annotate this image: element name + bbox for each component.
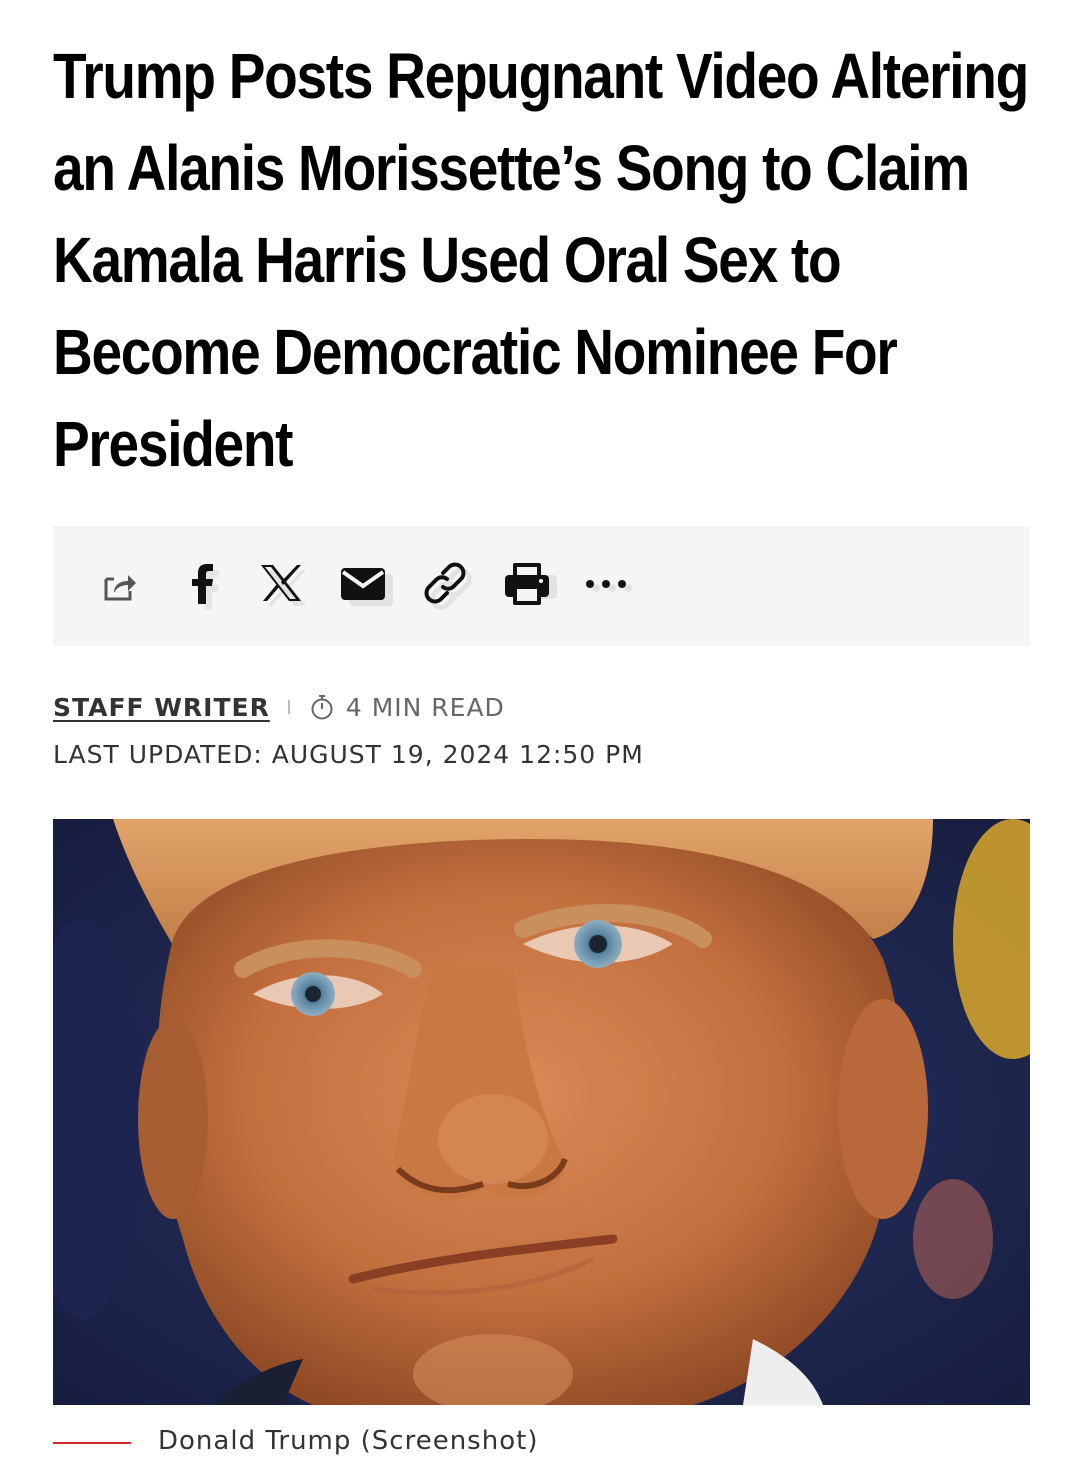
portrait-image: [53, 819, 1030, 1405]
email-icon: [341, 568, 393, 606]
facebook-icon: [192, 564, 219, 610]
link-icon: [424, 562, 472, 610]
image-caption: Donald Trump (Screenshot): [158, 1426, 539, 1456]
x-icon: [261, 565, 306, 606]
more-icon: [586, 580, 632, 592]
article-headline: Trump Posts Repugnant Video Altering an …: [53, 40, 1029, 480]
more-share-button[interactable]: [581, 555, 643, 617]
byline-divider: [287, 700, 290, 714]
author-link[interactable]: STAFF WRITER: [53, 693, 270, 722]
x-share-button[interactable]: [253, 555, 315, 617]
byline: STAFF WRITER 4 MIN READ: [53, 690, 505, 724]
print-icon: [505, 563, 557, 605]
print-button[interactable]: [499, 555, 561, 617]
read-time-label: 4 MIN READ: [345, 692, 505, 722]
share-button[interactable]: [89, 555, 151, 617]
stopwatch-icon: [311, 695, 333, 720]
email-share-button[interactable]: [335, 555, 397, 617]
last-updated: LAST UPDATED: AUGUST 19, 2024 12:50 PM: [53, 740, 644, 769]
facebook-share-button[interactable]: [171, 555, 233, 617]
share-icon: [104, 575, 136, 601]
read-time: 4 MIN READ: [310, 693, 505, 722]
share-bar: [53, 526, 1030, 646]
hero-image: [53, 819, 1030, 1405]
caption-accent-line: [53, 1442, 131, 1444]
copy-link-button[interactable]: [417, 555, 479, 617]
